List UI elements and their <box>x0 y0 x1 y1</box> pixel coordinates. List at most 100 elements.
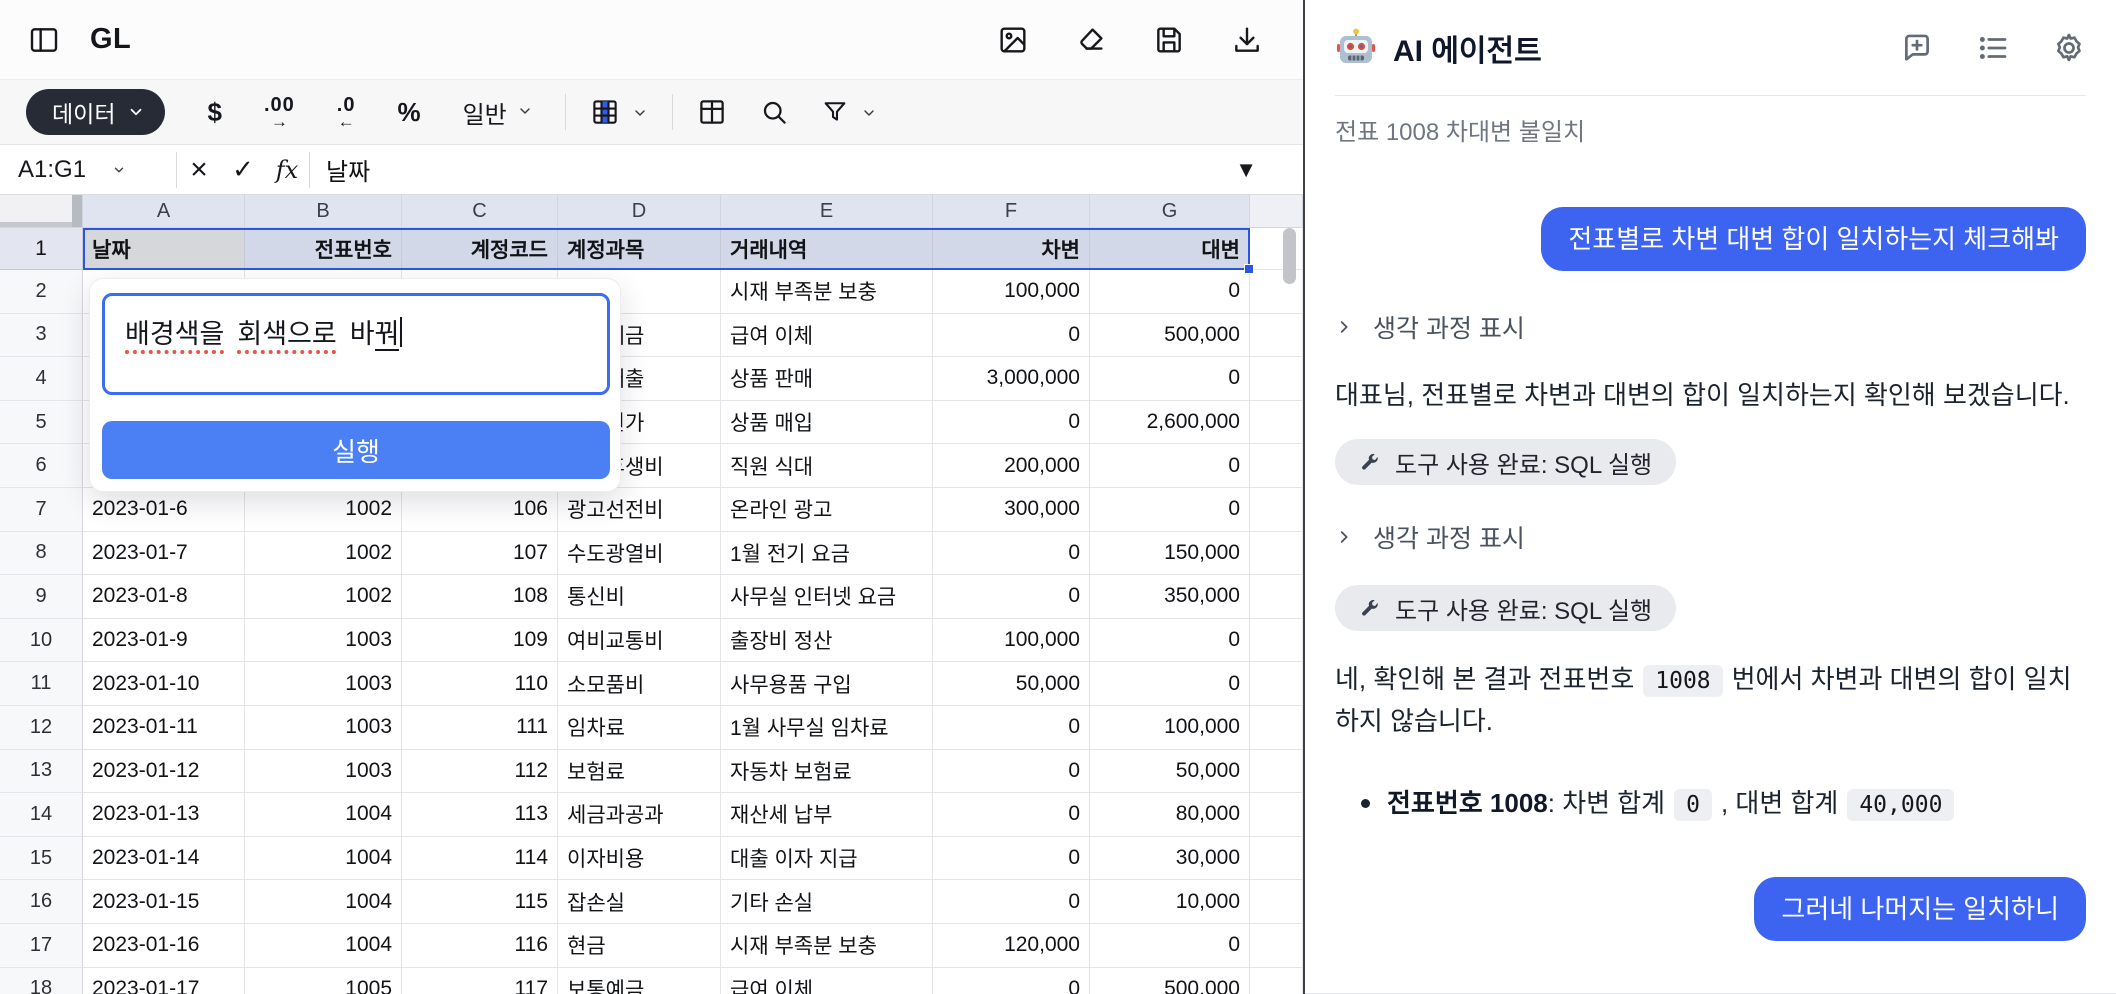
cell[interactable]: 전표번호 <box>245 228 402 270</box>
cell[interactable]: 80,000 <box>1090 793 1250 837</box>
row-number[interactable]: 16 <box>0 880 83 924</box>
cell[interactable]: 109 <box>402 619 558 663</box>
select-all-corner[interactable] <box>0 195 83 228</box>
cell[interactable]: 0 <box>933 968 1090 994</box>
row-number[interactable]: 17 <box>0 924 83 968</box>
cell[interactable]: 여비교통비 <box>558 619 721 663</box>
cell[interactable]: 1002 <box>245 575 402 619</box>
cell[interactable]: 1003 <box>245 662 402 706</box>
history-list-icon[interactable] <box>1976 31 2010 65</box>
formula-bar-value[interactable]: 날짜 <box>326 152 370 187</box>
column-header-E[interactable]: E <box>721 195 933 228</box>
cell[interactable]: 0 <box>1090 357 1250 401</box>
fill-handle[interactable] <box>1244 264 1254 274</box>
cell[interactable] <box>1250 488 1303 532</box>
cell[interactable]: 2023-01-9 <box>83 619 245 663</box>
cell[interactable]: 0 <box>933 532 1090 576</box>
cell[interactable] <box>1250 532 1303 576</box>
cell[interactable]: 날짜 <box>83 228 245 270</box>
cell[interactable]: 차변 <box>933 228 1090 270</box>
cell[interactable]: 이자비용 <box>558 837 721 881</box>
cell[interactable] <box>1250 750 1303 794</box>
cell[interactable]: 120,000 <box>933 924 1090 968</box>
cell[interactable]: 500,000 <box>1090 314 1250 358</box>
confirm-entry-button[interactable]: ✓ <box>221 154 265 185</box>
increase-decimal-button[interactable]: .00 → <box>264 95 295 130</box>
cell[interactable]: 108 <box>402 575 558 619</box>
cell[interactable] <box>1250 880 1303 924</box>
cell[interactable]: 116 <box>402 924 558 968</box>
cell[interactable]: 0 <box>933 706 1090 750</box>
cell[interactable]: 계정코드 <box>402 228 558 270</box>
command-input[interactable]: 배경색을회색으로바꿔 <box>102 293 610 395</box>
cell[interactable]: 2023-01-8 <box>83 575 245 619</box>
cell[interactable]: 거래내역 <box>721 228 933 270</box>
cell[interactable]: 0 <box>933 401 1090 445</box>
number-format-dropdown[interactable]: 일반 <box>463 95 533 130</box>
cell[interactable] <box>1250 357 1303 401</box>
cell[interactable]: 150,000 <box>1090 532 1250 576</box>
cell[interactable]: 2023-01-14 <box>83 837 245 881</box>
cell[interactable]: 시재 부족분 보충 <box>721 924 933 968</box>
row-number[interactable]: 14 <box>0 793 83 837</box>
cell[interactable]: 상품 매입 <box>721 401 933 445</box>
run-button[interactable]: 실행 <box>102 421 610 479</box>
cell[interactable]: 50,000 <box>933 662 1090 706</box>
row-number[interactable]: 8 <box>0 532 83 576</box>
cell[interactable]: 보통예금 <box>558 968 721 994</box>
cell[interactable]: 117 <box>402 968 558 994</box>
vertical-scrollbar-thumb[interactable] <box>1283 228 1296 284</box>
cell[interactable]: 1002 <box>245 532 402 576</box>
cell[interactable]: 0 <box>1090 444 1250 488</box>
row-number[interactable]: 4 <box>0 357 83 401</box>
column-header-F[interactable]: F <box>933 195 1090 228</box>
save-icon[interactable] <box>1153 24 1185 56</box>
cell[interactable]: 1003 <box>245 619 402 663</box>
cell[interactable]: 현금 <box>558 924 721 968</box>
cell[interactable]: 200,000 <box>933 444 1090 488</box>
cell[interactable]: 1005 <box>245 968 402 994</box>
row-number[interactable]: 6 <box>0 444 83 488</box>
sidebar-toggle-icon[interactable] <box>28 24 60 56</box>
cell[interactable]: 500,000 <box>1090 968 1250 994</box>
tool-call-pill[interactable]: 도구 사용 완료: SQL 실행 <box>1335 585 1676 631</box>
cell[interactable] <box>1250 314 1303 358</box>
cell[interactable]: 온라인 광고 <box>721 488 933 532</box>
cell[interactable] <box>1250 924 1303 968</box>
row-number[interactable]: 5 <box>0 401 83 445</box>
download-icon[interactable] <box>1231 24 1263 56</box>
column-header-A[interactable]: A <box>83 195 245 228</box>
cell[interactable]: 1004 <box>245 793 402 837</box>
formula-bar-dropdown-icon[interactable]: ▼ <box>1235 157 1257 183</box>
cell[interactable]: 상품 판매 <box>721 357 933 401</box>
cell[interactable]: 115 <box>402 880 558 924</box>
gear-icon[interactable] <box>2052 31 2086 65</box>
cell[interactable]: 30,000 <box>1090 837 1250 881</box>
cell[interactable]: 2023-01-16 <box>83 924 245 968</box>
cell[interactable]: 3,000,000 <box>933 357 1090 401</box>
cell[interactable]: 급여 이체 <box>721 968 933 994</box>
cell[interactable]: 2023-01-7 <box>83 532 245 576</box>
cell[interactable]: 잡손실 <box>558 880 721 924</box>
row-number[interactable]: 11 <box>0 662 83 706</box>
cell[interactable] <box>1250 575 1303 619</box>
thinking-toggle[interactable]: 생각 과정 표시 <box>1335 519 2086 555</box>
cell[interactable]: 100,000 <box>933 619 1090 663</box>
cell[interactable] <box>1250 619 1303 663</box>
cell[interactable]: 1004 <box>245 924 402 968</box>
cell[interactable]: 100,000 <box>1090 706 1250 750</box>
cell[interactable]: 0 <box>933 793 1090 837</box>
row-number[interactable]: 2 <box>0 270 83 314</box>
cell[interactable]: 계정과목 <box>558 228 721 270</box>
data-menu-button[interactable]: 데이터 <box>26 89 165 135</box>
cell[interactable]: 임차료 <box>558 706 721 750</box>
cell[interactable]: 2023-01-13 <box>83 793 245 837</box>
cell[interactable] <box>1250 401 1303 445</box>
cell[interactable]: 100,000 <box>933 270 1090 314</box>
cell[interactable] <box>1250 793 1303 837</box>
insert-image-icon[interactable] <box>997 24 1029 56</box>
column-header-C[interactable]: C <box>402 195 558 228</box>
cell[interactable]: 세금과공과 <box>558 793 721 837</box>
cell[interactable]: 2023-01-11 <box>83 706 245 750</box>
cell[interactable]: 사무용품 구입 <box>721 662 933 706</box>
